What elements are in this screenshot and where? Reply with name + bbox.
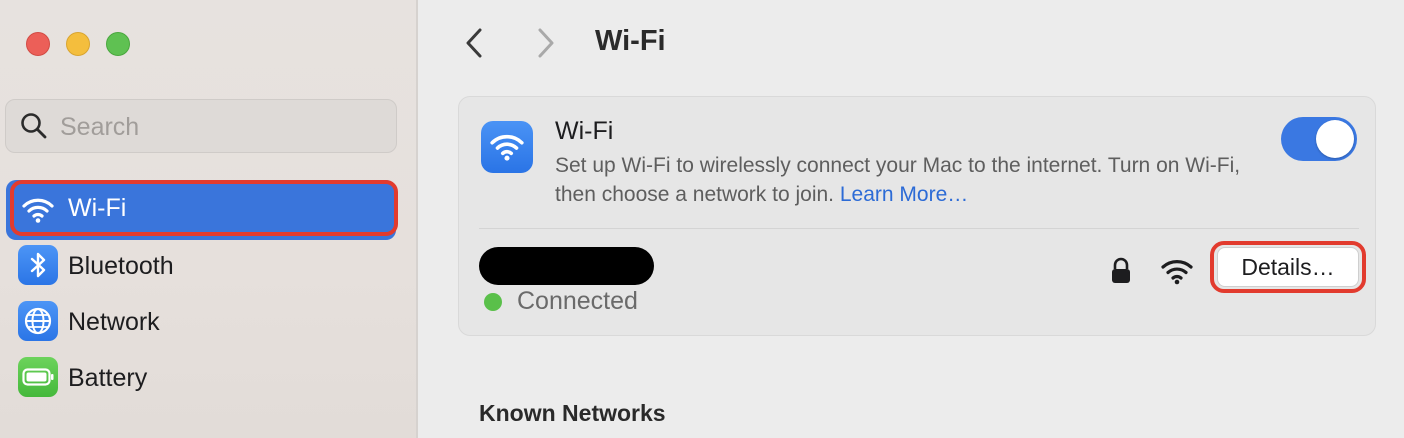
divider [479, 228, 1359, 229]
annotation-highlight [10, 180, 398, 236]
sidebar-item-label: Bluetooth [68, 252, 174, 280]
wifi-card-title: Wi-Fi [555, 117, 614, 145]
wifi-icon [481, 121, 533, 173]
wifi-card-description: Set up Wi-Fi to wirelessly connect your … [555, 151, 1255, 209]
bluetooth-icon [18, 245, 58, 285]
known-networks-heading: Known Networks [479, 400, 666, 426]
sidebar-item-battery[interactable]: Battery [6, 350, 396, 406]
wifi-settings-card: Wi-Fi Set up Wi-Fi to wirelessly connect… [458, 96, 1376, 336]
wifi-signal-icon [1161, 260, 1193, 285]
connection-status: Connected [517, 287, 638, 315]
connected-status-dot [484, 293, 502, 311]
lock-icon [1112, 257, 1130, 283]
sidebar-item-label: Battery [68, 364, 148, 392]
toggle-knob [1316, 120, 1354, 158]
learn-more-link[interactable]: Learn More… [840, 183, 968, 206]
search-input[interactable] [58, 110, 382, 144]
close-window-button[interactable] [26, 32, 50, 56]
zoom-window-button[interactable] [106, 32, 130, 56]
sidebar-item-wifi[interactable]: Wi-Fi [6, 180, 398, 240]
chevron-left-icon[interactable] [460, 26, 490, 60]
sidebar-item-label: Network [68, 308, 160, 336]
minimize-window-button[interactable] [66, 32, 90, 56]
page-title: Wi-Fi [595, 25, 666, 57]
network-name-redacted [479, 247, 654, 285]
battery-icon [18, 357, 58, 397]
globe-icon [18, 301, 58, 341]
sidebar: Wi-Fi Bluetooth Network [0, 0, 418, 438]
details-button[interactable]: Details… [1217, 247, 1359, 287]
search-icon [21, 113, 47, 139]
main-content: Wi-Fi Wi-Fi Set up Wi-Fi to wirelessly c… [418, 0, 1404, 438]
search-box[interactable] [5, 99, 397, 153]
sidebar-item-bluetooth[interactable]: Bluetooth [6, 238, 396, 294]
wifi-toggle[interactable] [1281, 117, 1357, 161]
sidebar-item-network[interactable]: Network [6, 294, 396, 350]
chevron-right-icon[interactable] [530, 26, 560, 60]
